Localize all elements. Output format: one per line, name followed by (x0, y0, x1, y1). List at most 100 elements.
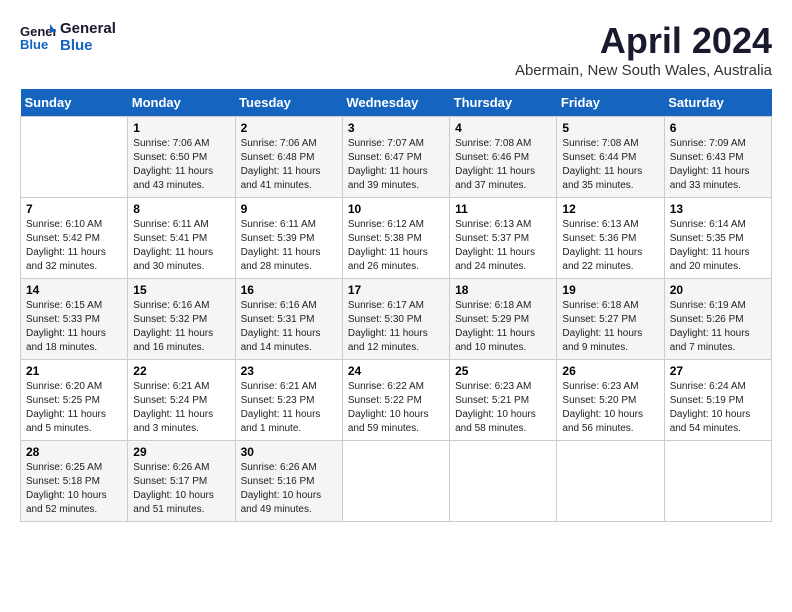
calendar-cell: 8 Sunrise: 6:11 AMSunset: 5:41 PMDayligh… (128, 198, 235, 279)
weekday-header-tuesday: Tuesday (235, 89, 342, 117)
day-info: Sunrise: 6:20 AMSunset: 5:25 PMDaylight:… (26, 380, 122, 436)
day-number: 19 (562, 283, 658, 297)
calendar-cell: 16 Sunrise: 6:16 AMSunset: 5:31 PMDaylig… (235, 279, 342, 360)
day-number: 30 (241, 445, 337, 459)
day-number: 24 (348, 364, 444, 378)
day-number: 29 (133, 445, 229, 459)
day-number: 20 (670, 283, 766, 297)
calendar-cell: 26 Sunrise: 6:23 AMSunset: 5:20 PMDaylig… (557, 360, 664, 441)
day-number: 17 (348, 283, 444, 297)
weekday-header-wednesday: Wednesday (342, 89, 449, 117)
calendar-cell: 10 Sunrise: 6:12 AMSunset: 5:38 PMDaylig… (342, 198, 449, 279)
day-info: Sunrise: 6:12 AMSunset: 5:38 PMDaylight:… (348, 218, 444, 274)
day-info: Sunrise: 7:09 AMSunset: 6:43 PMDaylight:… (670, 137, 766, 193)
day-number: 9 (241, 202, 337, 216)
calendar-cell: 28 Sunrise: 6:25 AMSunset: 5:18 PMDaylig… (21, 441, 128, 522)
calendar-cell: 20 Sunrise: 6:19 AMSunset: 5:26 PMDaylig… (664, 279, 771, 360)
day-info: Sunrise: 6:26 AMSunset: 5:17 PMDaylight:… (133, 461, 229, 517)
day-number: 11 (455, 202, 551, 216)
day-info: Sunrise: 6:21 AMSunset: 5:24 PMDaylight:… (133, 380, 229, 436)
calendar-cell: 5 Sunrise: 7:08 AMSunset: 6:44 PMDayligh… (557, 117, 664, 198)
day-info: Sunrise: 6:11 AMSunset: 5:39 PMDaylight:… (241, 218, 337, 274)
calendar-cell: 22 Sunrise: 6:21 AMSunset: 5:24 PMDaylig… (128, 360, 235, 441)
calendar-cell: 30 Sunrise: 6:26 AMSunset: 5:16 PMDaylig… (235, 441, 342, 522)
calendar-week-row: 7 Sunrise: 6:10 AMSunset: 5:42 PMDayligh… (21, 198, 772, 279)
calendar-cell: 14 Sunrise: 6:15 AMSunset: 5:33 PMDaylig… (21, 279, 128, 360)
calendar-cell: 12 Sunrise: 6:13 AMSunset: 5:36 PMDaylig… (557, 198, 664, 279)
day-number: 21 (26, 364, 122, 378)
day-info: Sunrise: 6:16 AMSunset: 5:32 PMDaylight:… (133, 299, 229, 355)
calendar-week-row: 21 Sunrise: 6:20 AMSunset: 5:25 PMDaylig… (21, 360, 772, 441)
weekday-header-saturday: Saturday (664, 89, 771, 117)
day-number: 13 (670, 202, 766, 216)
calendar-cell: 9 Sunrise: 6:11 AMSunset: 5:39 PMDayligh… (235, 198, 342, 279)
calendar-cell: 1 Sunrise: 7:06 AMSunset: 6:50 PMDayligh… (128, 117, 235, 198)
calendar-week-row: 14 Sunrise: 6:15 AMSunset: 5:33 PMDaylig… (21, 279, 772, 360)
day-info: Sunrise: 7:08 AMSunset: 6:44 PMDaylight:… (562, 137, 658, 193)
calendar-cell: 7 Sunrise: 6:10 AMSunset: 5:42 PMDayligh… (21, 198, 128, 279)
day-info: Sunrise: 6:22 AMSunset: 5:22 PMDaylight:… (348, 380, 444, 436)
day-number: 25 (455, 364, 551, 378)
calendar-cell: 6 Sunrise: 7:09 AMSunset: 6:43 PMDayligh… (664, 117, 771, 198)
day-number: 27 (670, 364, 766, 378)
day-number: 4 (455, 121, 551, 135)
calendar-cell: 25 Sunrise: 6:23 AMSunset: 5:21 PMDaylig… (450, 360, 557, 441)
day-info: Sunrise: 6:26 AMSunset: 5:16 PMDaylight:… (241, 461, 337, 517)
day-number: 26 (562, 364, 658, 378)
day-number: 14 (26, 283, 122, 297)
svg-text:Blue: Blue (20, 37, 48, 52)
page-subtitle: Abermain, New South Wales, Australia (515, 62, 772, 79)
day-info: Sunrise: 6:11 AMSunset: 5:41 PMDaylight:… (133, 218, 229, 274)
day-info: Sunrise: 7:07 AMSunset: 6:47 PMDaylight:… (348, 137, 444, 193)
calendar-cell: 13 Sunrise: 6:14 AMSunset: 5:35 PMDaylig… (664, 198, 771, 279)
logo-blue: Blue (60, 37, 116, 54)
day-info: Sunrise: 7:06 AMSunset: 6:50 PMDaylight:… (133, 137, 229, 193)
day-number: 5 (562, 121, 658, 135)
calendar-cell (21, 117, 128, 198)
calendar-cell: 23 Sunrise: 6:21 AMSunset: 5:23 PMDaylig… (235, 360, 342, 441)
calendar-cell: 11 Sunrise: 6:13 AMSunset: 5:37 PMDaylig… (450, 198, 557, 279)
calendar-cell (664, 441, 771, 522)
title-area: April 2024 Abermain, New South Wales, Au… (515, 20, 772, 79)
day-info: Sunrise: 6:13 AMSunset: 5:36 PMDaylight:… (562, 218, 658, 274)
day-info: Sunrise: 6:15 AMSunset: 5:33 PMDaylight:… (26, 299, 122, 355)
day-number: 28 (26, 445, 122, 459)
day-info: Sunrise: 6:21 AMSunset: 5:23 PMDaylight:… (241, 380, 337, 436)
day-number: 2 (241, 121, 337, 135)
calendar-cell (342, 441, 449, 522)
day-number: 16 (241, 283, 337, 297)
logo: General Blue General Blue (20, 20, 116, 54)
day-info: Sunrise: 6:19 AMSunset: 5:26 PMDaylight:… (670, 299, 766, 355)
calendar-cell: 17 Sunrise: 6:17 AMSunset: 5:30 PMDaylig… (342, 279, 449, 360)
day-number: 7 (26, 202, 122, 216)
calendar-cell: 2 Sunrise: 7:06 AMSunset: 6:48 PMDayligh… (235, 117, 342, 198)
day-info: Sunrise: 6:14 AMSunset: 5:35 PMDaylight:… (670, 218, 766, 274)
page-title: April 2024 (515, 20, 772, 62)
calendar-week-row: 1 Sunrise: 7:06 AMSunset: 6:50 PMDayligh… (21, 117, 772, 198)
day-number: 10 (348, 202, 444, 216)
day-info: Sunrise: 6:24 AMSunset: 5:19 PMDaylight:… (670, 380, 766, 436)
calendar-cell: 27 Sunrise: 6:24 AMSunset: 5:19 PMDaylig… (664, 360, 771, 441)
calendar-cell: 4 Sunrise: 7:08 AMSunset: 6:46 PMDayligh… (450, 117, 557, 198)
calendar-cell (557, 441, 664, 522)
day-info: Sunrise: 6:17 AMSunset: 5:30 PMDaylight:… (348, 299, 444, 355)
day-number: 18 (455, 283, 551, 297)
weekday-header-monday: Monday (128, 89, 235, 117)
day-number: 6 (670, 121, 766, 135)
day-number: 1 (133, 121, 229, 135)
page-header: General Blue General Blue April 2024 Abe… (20, 20, 772, 79)
day-info: Sunrise: 6:25 AMSunset: 5:18 PMDaylight:… (26, 461, 122, 517)
day-info: Sunrise: 6:18 AMSunset: 5:29 PMDaylight:… (455, 299, 551, 355)
day-number: 23 (241, 364, 337, 378)
calendar-week-row: 28 Sunrise: 6:25 AMSunset: 5:18 PMDaylig… (21, 441, 772, 522)
calendar-cell: 21 Sunrise: 6:20 AMSunset: 5:25 PMDaylig… (21, 360, 128, 441)
weekday-header-sunday: Sunday (21, 89, 128, 117)
calendar-cell (450, 441, 557, 522)
day-number: 12 (562, 202, 658, 216)
calendar-table: SundayMondayTuesdayWednesdayThursdayFrid… (20, 89, 772, 522)
calendar-cell: 29 Sunrise: 6:26 AMSunset: 5:17 PMDaylig… (128, 441, 235, 522)
calendar-cell: 19 Sunrise: 6:18 AMSunset: 5:27 PMDaylig… (557, 279, 664, 360)
day-number: 22 (133, 364, 229, 378)
calendar-cell: 18 Sunrise: 6:18 AMSunset: 5:29 PMDaylig… (450, 279, 557, 360)
weekday-header-thursday: Thursday (450, 89, 557, 117)
